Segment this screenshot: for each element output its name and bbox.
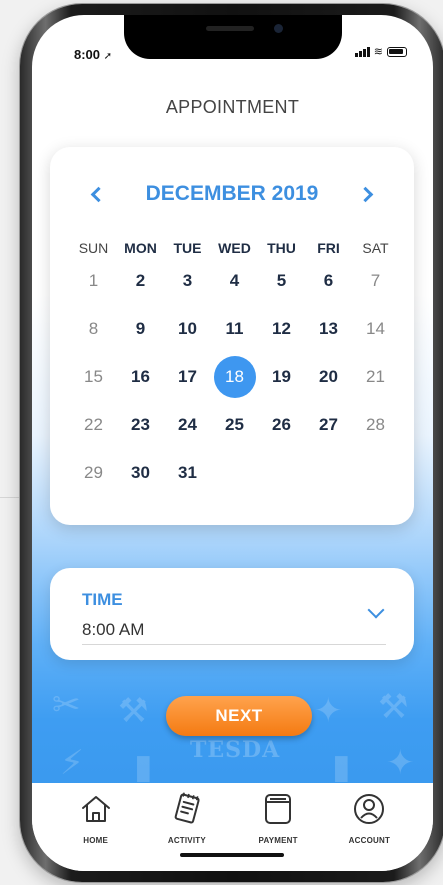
weekday-mon: MON [124, 240, 157, 256]
calendar-day[interactable]: 26 [258, 408, 305, 456]
activity-icon [170, 791, 204, 827]
tesda-watermark: TESDA [190, 737, 281, 763]
nav-item-activity[interactable]: ACTIVITY [150, 783, 224, 871]
calendar-grid: SUN MON TUE WED THU FRI SAT 1 2 3 4 5 6 … [70, 240, 400, 504]
speaker-grille [206, 26, 254, 31]
weekday-sat: SAT [362, 240, 389, 256]
battery-icon [387, 47, 407, 57]
calendar-day-selected[interactable]: 18 [211, 356, 258, 408]
time-value[interactable]: 8:00 AM [82, 620, 144, 640]
chevron-down-icon[interactable] [367, 601, 385, 619]
front-camera [274, 24, 283, 33]
phone-screen: ✂ ⚒ ⚙ ✦ ⚒ ⚡ ▮ ▮ ✦ TESDA 8:00 ➚ ≋ APPOINT… [32, 15, 433, 871]
calendar-week-row: 22 23 24 25 26 27 28 [70, 408, 400, 456]
calendar-day[interactable]: 13 [305, 312, 352, 360]
calendar-day-empty [211, 456, 258, 504]
calendar-day[interactable]: 4 [211, 264, 258, 312]
calendar-week-row: 29 30 31 [70, 456, 400, 504]
calendar-day[interactable]: 28 [352, 408, 399, 456]
calendar-day[interactable]: 31 [164, 456, 211, 504]
calendar-day[interactable]: 25 [211, 408, 258, 456]
home-icon [79, 791, 113, 827]
calendar-day[interactable]: 24 [164, 408, 211, 456]
calendar-week-row: 1 2 3 4 5 6 7 [70, 264, 400, 312]
calendar-day[interactable]: 6 [305, 264, 352, 312]
calendar-day[interactable]: 12 [258, 312, 305, 360]
nav-item-payment[interactable]: PAYMENT [241, 783, 315, 871]
wifi-icon: ≋ [373, 46, 383, 58]
hammer2-pattern-icon: ✦ [386, 744, 415, 782]
calendar-day[interactable]: 27 [305, 408, 352, 456]
nav-label-activity: ACTIVITY [167, 836, 206, 845]
plug-pattern-icon: ⚡ [60, 744, 84, 782]
calendar-day[interactable]: 11 [211, 312, 258, 360]
calendar-day-empty [352, 456, 399, 504]
calendar-day[interactable]: 17 [164, 360, 211, 408]
home-indicator[interactable] [180, 853, 284, 857]
nav-label-home: HOME [83, 836, 109, 845]
calendar-day[interactable]: 22 [70, 408, 117, 456]
calendar-day[interactable]: 20 [305, 360, 352, 408]
phone-frame: ✂ ⚒ ⚙ ✦ ⚒ ⚡ ▮ ▮ ✦ TESDA 8:00 ➚ ≋ APPOINT… [20, 4, 443, 882]
calendar-day[interactable]: 21 [352, 360, 399, 408]
car-pattern-icon: ⚒ [118, 692, 149, 730]
next-button[interactable]: NEXT [166, 696, 312, 736]
calendar-day[interactable]: 16 [117, 360, 164, 408]
calendar-day[interactable]: 1 [70, 264, 117, 312]
weekday-header-row: SUN MON TUE WED THU FRI SAT [70, 240, 400, 264]
nav-label-payment: PAYMENT [258, 836, 298, 845]
calendar-day[interactable]: 2 [117, 264, 164, 312]
phone-pattern-icon: ▮ [134, 748, 153, 786]
time-picker-card[interactable]: TIME 8:00 AM [50, 568, 414, 660]
calendar-day[interactable]: 3 [164, 264, 211, 312]
calendar-week-row: 15 16 17 18 19 20 21 [70, 356, 400, 408]
device-pattern-icon: ▮ [332, 748, 351, 786]
calendar-day[interactable]: 9 [117, 312, 164, 360]
weekday-tue: TUE [173, 240, 202, 256]
chevron-right-icon [357, 186, 374, 202]
calendar-day-empty [305, 456, 352, 504]
calendar-day-empty [258, 456, 305, 504]
time-label: TIME [82, 590, 123, 609]
selected-day-number: 18 [213, 356, 256, 398]
status-time: 8:00 ➚ [74, 47, 113, 62]
page-title: APPOINTMENT [165, 97, 300, 117]
weekday-sun: SUN [78, 240, 109, 256]
calendar-header: DECEMBER 2019 [50, 179, 414, 209]
signal-icon [354, 47, 370, 57]
calendar-day[interactable]: 23 [117, 408, 164, 456]
payment-icon [261, 791, 295, 827]
nav-item-account[interactable]: ACCOUNT [332, 783, 406, 871]
calendar-day[interactable]: 8 [70, 312, 117, 360]
status-icons: ≋ [354, 46, 407, 58]
calendar-day[interactable]: 7 [352, 264, 399, 312]
bottom-navigation: HOME ACTIVITY PAYMENT ACCOUNT [32, 783, 433, 871]
hammer-pattern-icon: ⚒ [378, 688, 409, 726]
calendar-day[interactable]: 15 [70, 360, 117, 408]
calendar-day[interactable]: 5 [258, 264, 305, 312]
calendar-week-row: 8 9 10 11 12 13 14 [70, 312, 400, 360]
phone-notch [124, 15, 342, 59]
calendar-day[interactable]: 14 [352, 312, 399, 360]
wrench-pattern-icon: ✦ [314, 692, 343, 730]
nav-label-account: ACCOUNT [348, 836, 391, 845]
calendar-day[interactable]: 29 [70, 456, 117, 504]
calendar-card: DECEMBER 2019 SUN MON TUE WED THU FRI SA… [50, 147, 414, 525]
nav-item-home[interactable]: HOME [59, 783, 133, 871]
calendar-day[interactable]: 30 [117, 456, 164, 504]
tools-pattern-icon: ✂ [52, 686, 81, 724]
location-arrow-icon: ➚ [103, 51, 113, 62]
calendar-day[interactable]: 10 [164, 312, 211, 360]
weekday-wed: WED [218, 240, 251, 256]
weekday-fri: FRI [317, 240, 340, 256]
weekday-thu: THU [267, 240, 296, 256]
calendar-day[interactable]: 19 [258, 360, 305, 408]
account-icon [352, 791, 386, 827]
next-month-button[interactable] [354, 179, 382, 209]
time-field-underline [82, 644, 386, 645]
